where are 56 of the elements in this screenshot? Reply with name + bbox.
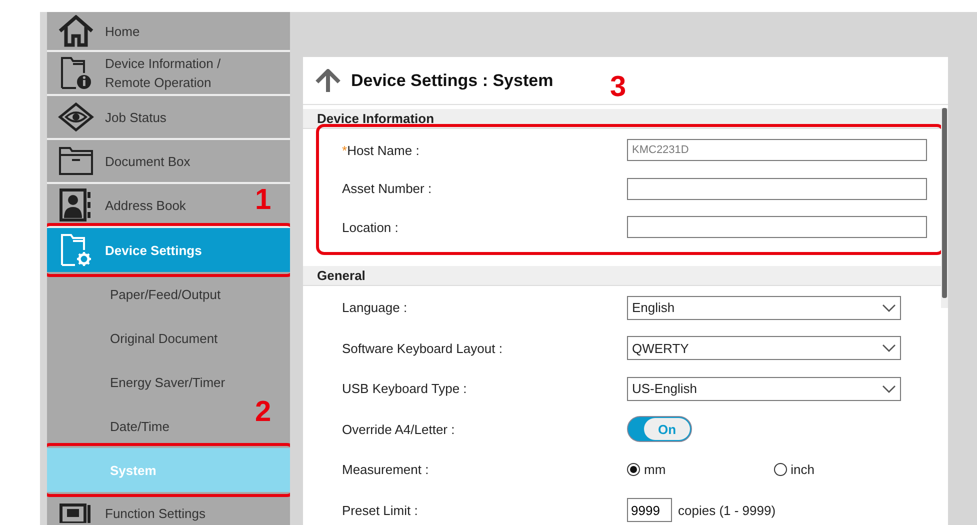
field-label: Override A4/Letter : [342, 422, 456, 437]
scrollbar[interactable] [941, 108, 948, 308]
text-field[interactable]: KMC2231D [627, 139, 927, 162]
radio-button[interactable] [774, 463, 787, 476]
folder-info-icon [60, 56, 92, 90]
field-label: Software Keyboard Layout : [342, 340, 504, 356]
nav-subitem[interactable]: Date/Time [110, 418, 170, 434]
nav-item[interactable]: Device Settings [47, 228, 290, 272]
nav-item[interactable]: Document Box [47, 140, 290, 184]
nav-label: Home [105, 22, 140, 40]
nav-subitem[interactable]: Original Document [110, 330, 218, 346]
chevron-down-icon [882, 384, 896, 393]
address-book-icon [59, 188, 93, 222]
nav-subitem[interactable]: Paper/Feed/Output [110, 286, 221, 302]
chevron-down-icon [882, 344, 896, 352]
field-label: Preset Limit : [342, 502, 419, 518]
dropdown[interactable]: QWERTY [627, 336, 901, 360]
function-settings-icon [59, 503, 93, 523]
chevron-down-icon [882, 304, 896, 312]
nav-item[interactable]: Home [47, 12, 290, 52]
eye-icon [58, 102, 94, 132]
field-label: Language : [342, 300, 408, 316]
radio-option[interactable]: mm [627, 462, 666, 478]
text-field[interactable] [627, 216, 927, 238]
up-arrow-icon[interactable] [315, 68, 341, 92]
folder-gear-icon [60, 233, 92, 267]
nav-item[interactable]: Job Status [47, 96, 290, 140]
file-box-icon [58, 146, 94, 176]
radio-option[interactable]: inch [774, 462, 815, 478]
text-field[interactable] [627, 178, 927, 200]
range-hint: copies (1 - 9999) [678, 502, 776, 518]
callout-number: 2 [255, 398, 272, 427]
section-header: General [303, 266, 941, 286]
field-label: Measurement : [342, 462, 430, 478]
nav-label: Document Box [105, 152, 190, 170]
nav-label: Job Status [105, 108, 166, 126]
field-label: *Host Name : [342, 142, 420, 158]
dropdown[interactable]: US-English [627, 376, 901, 401]
field-label: USB Keyboard Type : [342, 381, 468, 396]
nav-item[interactable]: Device Information / Remote Operation [47, 52, 290, 96]
dropdown[interactable]: English [627, 296, 901, 320]
nav-subitem[interactable]: Energy Saver/Timer [110, 374, 226, 390]
radio-button[interactable] [627, 463, 640, 476]
field-label: Asset Number : [342, 181, 433, 196]
nav-label: Function Settings [105, 504, 206, 522]
callout-number: 3 [610, 73, 626, 102]
field-label: Location : [342, 220, 400, 235]
toggle-switch[interactable]: On [627, 416, 692, 442]
callout-number: 1 [255, 186, 272, 215]
number-field[interactable]: 9999 [627, 498, 672, 522]
nav-label: Device Information / Remote Operation [105, 55, 222, 92]
nav-item[interactable]: Function Settings [47, 492, 290, 525]
house-icon [58, 15, 94, 47]
panel-title: Device Settings : System [351, 70, 554, 90]
nav-label: Device Settings [105, 242, 202, 260]
nav-label: Address Book [105, 196, 186, 214]
